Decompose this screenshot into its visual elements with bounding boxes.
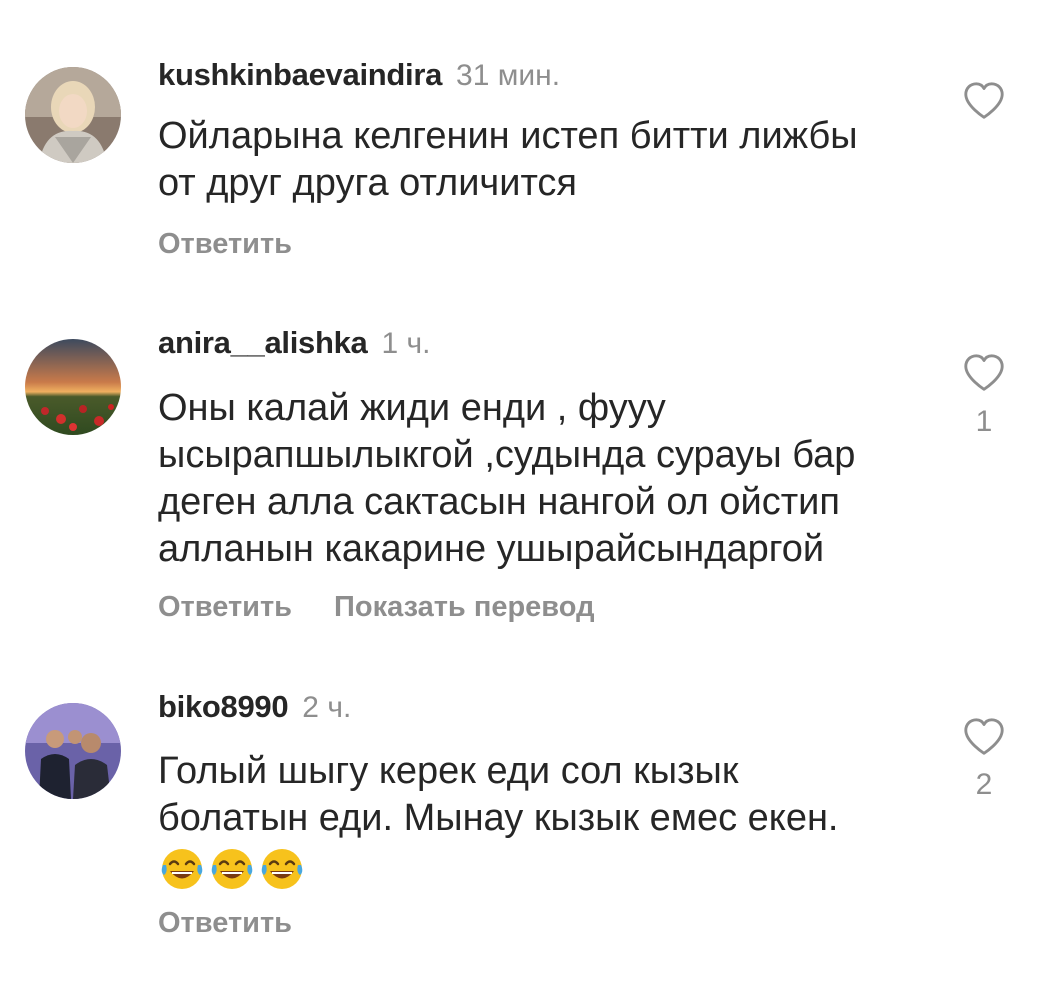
face-with-tears-of-joy-icon — [261, 849, 303, 889]
comment-text: Оны калай жиди енди , фууу ысырапшылыкго… — [158, 385, 918, 573]
comment-header: kushkinbaevaindira 31 мин. — [158, 57, 560, 93]
comment-text-line: ысырапшылыкгой ,судында сурауы бар — [158, 434, 856, 476]
reply-button[interactable]: Ответить — [158, 591, 292, 623]
avatar[interactable] — [25, 67, 121, 163]
comment-actions: Ответить — [158, 228, 292, 261]
show-translation-button[interactable]: Показать перевод — [334, 591, 594, 623]
comment-actions: Ответить Показать перевод — [158, 591, 595, 624]
heart-icon[interactable] — [961, 714, 1007, 760]
avatar[interactable] — [25, 703, 121, 799]
comment-text: Голый шыгу керек еди сол кызык болатын е… — [158, 748, 918, 892]
comment-header: anira__alishka 1 ч. — [158, 325, 431, 361]
emoji-row — [158, 846, 918, 892]
avatar[interactable] — [25, 339, 121, 435]
heart-icon[interactable] — [961, 78, 1007, 124]
comment-header: biko8990 2 ч. — [158, 689, 351, 725]
username[interactable]: anira__alishka — [158, 325, 368, 360]
timestamp: 31 мин. — [456, 59, 561, 92]
comment-text-line: от друг друга отличится — [158, 162, 578, 204]
comment-text-line: Оны калай жиди енди , фууу — [158, 387, 666, 429]
comment-text-line: алланын какарине ушырайсындаргой — [158, 528, 825, 570]
reply-button[interactable]: Ответить — [158, 228, 292, 260]
face-with-tears-of-joy-icon — [161, 849, 203, 889]
comment-text-line: болатын еди. Мынау кызык емес екен. — [158, 797, 839, 839]
like-count: 1 — [975, 405, 993, 438]
reply-button[interactable]: Ответить — [158, 907, 292, 939]
username[interactable]: kushkinbaevaindira — [158, 57, 442, 92]
timestamp: 2 ч. — [302, 691, 352, 724]
face-with-tears-of-joy-icon — [211, 849, 253, 889]
comment-text: Ойларына келгенин истеп битти лижбы от д… — [158, 113, 918, 207]
heart-icon[interactable] — [961, 350, 1007, 396]
comment-actions: Ответить — [158, 907, 292, 940]
username[interactable]: biko8990 — [158, 689, 289, 724]
comment-text-line: Голый шыгу керек еди сол кызык — [158, 750, 739, 792]
comment-text-line: деген алла сактасын нангой ол ойстип — [158, 481, 840, 523]
timestamp: 1 ч. — [381, 327, 431, 360]
comment-text-line: Ойларына келгенин истеп битти лижбы — [158, 115, 858, 157]
like-count: 2 — [975, 768, 993, 801]
